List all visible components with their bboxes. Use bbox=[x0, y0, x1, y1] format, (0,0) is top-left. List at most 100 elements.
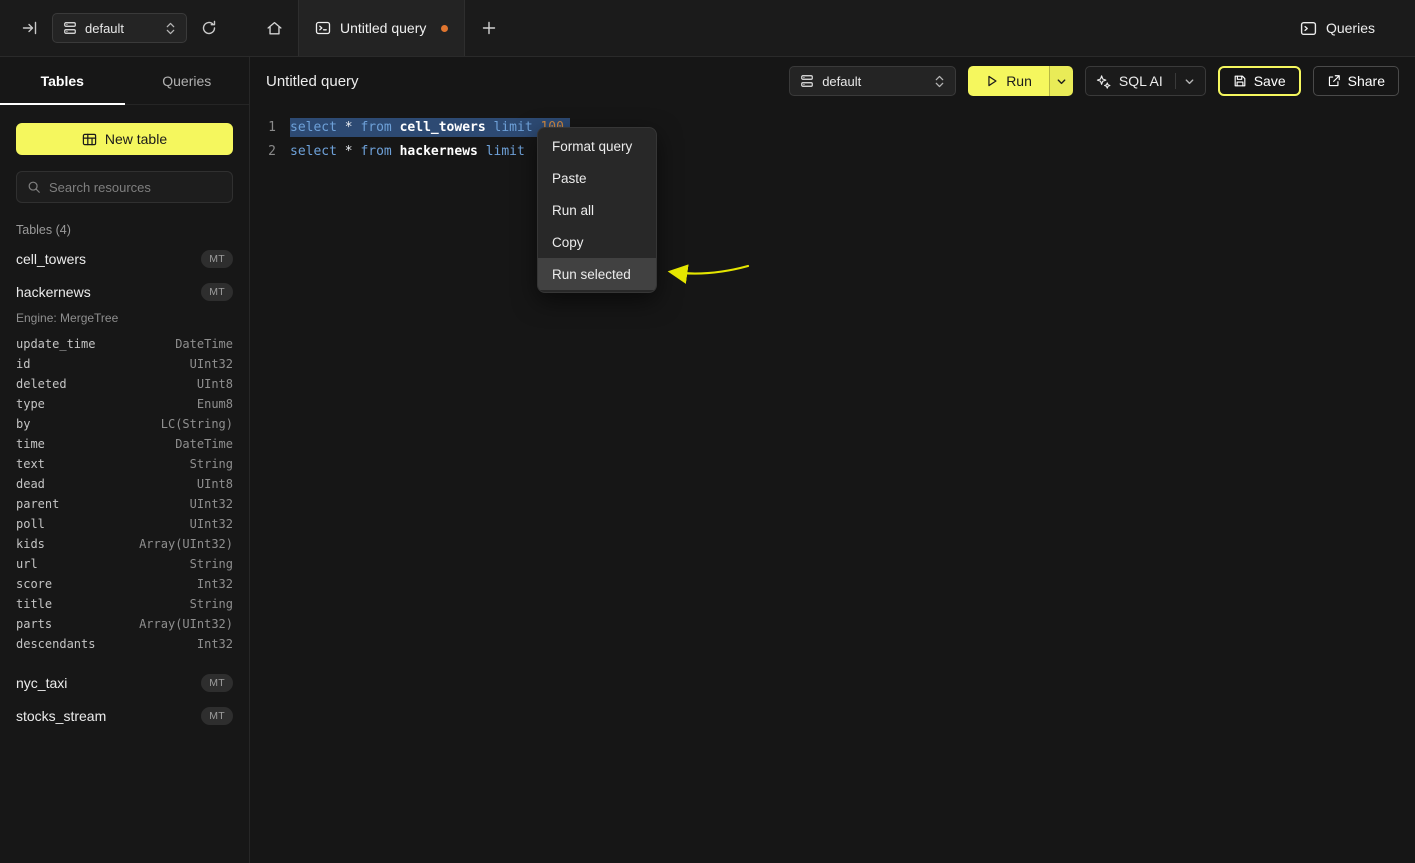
save-button[interactable]: Save bbox=[1218, 66, 1301, 96]
menu-item-copy[interactable]: Copy bbox=[538, 226, 656, 258]
menu-item-format-query[interactable]: Format query bbox=[538, 130, 656, 162]
main-header: Untitled query default bbox=[250, 57, 1415, 105]
table-row[interactable]: hackernews MT bbox=[16, 275, 233, 308]
divider bbox=[1175, 73, 1176, 89]
sidebar: Tables Queries New table Tables (4) cell… bbox=[0, 57, 250, 863]
search-input[interactable] bbox=[49, 180, 222, 195]
column-row[interactable]: parent UInt32 bbox=[16, 494, 233, 514]
column-name: id bbox=[16, 357, 30, 371]
refresh-icon[interactable] bbox=[201, 20, 217, 36]
column-row[interactable]: text String bbox=[16, 454, 233, 474]
column-row[interactable]: score Int32 bbox=[16, 574, 233, 594]
column-row[interactable]: parts Array(UInt32) bbox=[16, 614, 233, 634]
column-name: parent bbox=[16, 497, 59, 511]
home-icon bbox=[266, 20, 283, 37]
column-type: UInt8 bbox=[197, 377, 233, 391]
column-name: url bbox=[16, 557, 38, 571]
column-type: DateTime bbox=[175, 337, 233, 351]
column-type: LC(String) bbox=[161, 417, 233, 431]
queries-button[interactable]: Queries bbox=[1300, 0, 1415, 56]
ai-sparkles-icon bbox=[1096, 74, 1111, 89]
share-icon bbox=[1327, 74, 1341, 88]
column-row[interactable]: descendants Int32 bbox=[16, 634, 233, 654]
table-row[interactable]: nyc_taxi MT bbox=[16, 666, 233, 699]
new-table-label: New table bbox=[105, 131, 167, 147]
column-name: dead bbox=[16, 477, 45, 491]
column-type: UInt32 bbox=[190, 497, 233, 511]
tab-untitled-query[interactable]: Untitled query bbox=[298, 0, 465, 56]
context-menu: Format queryPasteRun allCopyRun selected bbox=[537, 127, 657, 293]
database-selector-toolbar[interactable]: default bbox=[789, 66, 956, 96]
column-row[interactable]: type Enum8 bbox=[16, 394, 233, 414]
column-row[interactable]: dead UInt8 bbox=[16, 474, 233, 494]
column-type: Array(UInt32) bbox=[139, 617, 233, 631]
column-name: by bbox=[16, 417, 30, 431]
code-line[interactable]: 2select * from hackernews limit bbox=[250, 139, 1415, 163]
share-button[interactable]: Share bbox=[1313, 66, 1399, 96]
collapse-sidebar-icon[interactable] bbox=[22, 20, 38, 36]
home-tab[interactable] bbox=[250, 0, 298, 56]
column-list: update_time DateTime id UInt32 deleted U… bbox=[16, 334, 233, 666]
column-type: String bbox=[190, 597, 233, 611]
tables-list: cell_towers MT hackernews MT Engine: Mer… bbox=[0, 242, 249, 732]
code-text[interactable]: select * from cell_towers limit 100 bbox=[290, 118, 570, 137]
column-row[interactable]: deleted UInt8 bbox=[16, 374, 233, 394]
search-icon bbox=[27, 180, 41, 194]
column-type: String bbox=[190, 557, 233, 571]
menu-item-paste[interactable]: Paste bbox=[538, 162, 656, 194]
sidebar-tab-tables[interactable]: Tables bbox=[0, 57, 125, 104]
share-label: Share bbox=[1348, 73, 1385, 89]
table-name: hackernews bbox=[16, 284, 91, 300]
sql-editor[interactable]: 1 select * from cell_towers limit 100 2sel… bbox=[250, 105, 1415, 163]
column-type: Enum8 bbox=[197, 397, 233, 411]
annotation-arrow bbox=[658, 255, 758, 291]
column-name: parts bbox=[16, 617, 52, 631]
tab-label: Untitled query bbox=[340, 20, 426, 36]
main-area: Untitled query default bbox=[250, 57, 1415, 863]
column-row[interactable]: by LC(String) bbox=[16, 414, 233, 434]
topbar: default Untitled query bbox=[0, 0, 1415, 57]
code-text[interactable]: select * from hackernews limit bbox=[290, 144, 525, 159]
queries-label: Queries bbox=[1326, 20, 1375, 36]
unsaved-dot bbox=[441, 25, 448, 32]
column-row[interactable]: title String bbox=[16, 594, 233, 614]
column-name: type bbox=[16, 397, 45, 411]
database-selector-topbar[interactable]: default bbox=[52, 13, 187, 43]
sql-ai-button[interactable]: SQL AI bbox=[1085, 66, 1206, 96]
menu-item-run-all[interactable]: Run all bbox=[538, 194, 656, 226]
chevron-updown-icon bbox=[934, 75, 945, 88]
column-row[interactable]: poll UInt32 bbox=[16, 514, 233, 534]
column-row[interactable]: time DateTime bbox=[16, 434, 233, 454]
column-name: time bbox=[16, 437, 45, 451]
column-name: score bbox=[16, 577, 52, 591]
column-row[interactable]: kids Array(UInt32) bbox=[16, 534, 233, 554]
plus-icon bbox=[482, 21, 496, 35]
new-table-button[interactable]: New table bbox=[16, 123, 233, 155]
content: Tables Queries New table Tables (4) cell… bbox=[0, 57, 1415, 863]
run-options-button[interactable] bbox=[1049, 66, 1073, 96]
table-row[interactable]: cell_towers MT bbox=[16, 242, 233, 275]
database-selector-value: default bbox=[85, 21, 124, 36]
sidebar-tab-queries[interactable]: Queries bbox=[125, 57, 250, 104]
column-row[interactable]: id UInt32 bbox=[16, 354, 233, 374]
column-row[interactable]: update_time DateTime bbox=[16, 334, 233, 354]
column-type: String bbox=[190, 457, 233, 471]
tab-strip: Untitled query bbox=[250, 0, 513, 56]
column-name: descendants bbox=[16, 637, 95, 651]
chevron-down-icon[interactable] bbox=[1184, 76, 1195, 87]
database-selector-value: default bbox=[822, 74, 861, 89]
run-button[interactable]: Run bbox=[968, 66, 1049, 96]
column-type: Array(UInt32) bbox=[139, 537, 233, 551]
save-label: Save bbox=[1254, 73, 1286, 89]
column-row[interactable]: url String bbox=[16, 554, 233, 574]
table-badge: MT bbox=[201, 250, 233, 268]
menu-item-run-selected[interactable]: Run selected bbox=[538, 258, 656, 290]
table-row[interactable]: stocks_stream MT bbox=[16, 699, 233, 732]
table-name: stocks_stream bbox=[16, 708, 106, 724]
code-line[interactable]: 1 select * from cell_towers limit 100 bbox=[250, 115, 1415, 139]
play-icon bbox=[985, 74, 999, 88]
new-tab-button[interactable] bbox=[465, 0, 513, 56]
column-type: UInt32 bbox=[190, 357, 233, 371]
save-icon bbox=[1233, 74, 1247, 88]
line-number: 1 bbox=[250, 120, 276, 135]
